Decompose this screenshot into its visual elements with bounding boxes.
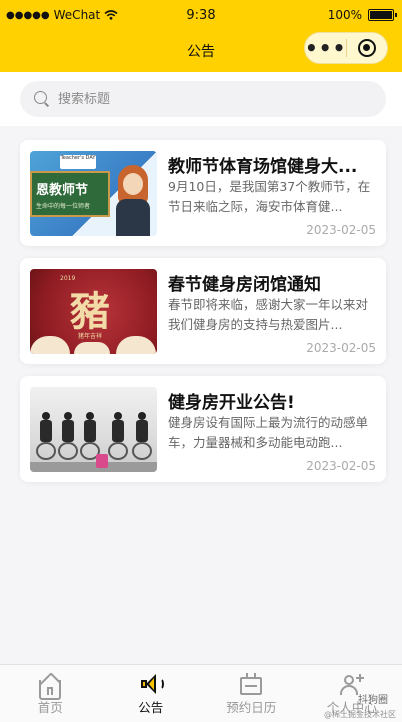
- announcement-thumbnail: Teacher's DAY 恩教师节 生命中的每一位师者: [30, 151, 157, 236]
- tab-announcements[interactable]: 公告: [101, 665, 202, 722]
- tab-label: 首页: [37, 700, 63, 715]
- search-input[interactable]: [58, 91, 338, 107]
- announcement-thumbnail: 2019 豬 猪年吉祥: [30, 269, 157, 354]
- navigation-bar: 公告 •••: [0, 30, 402, 72]
- announcement-title: 春节健身房闭馆通知: [168, 275, 321, 295]
- close-miniprogram-button[interactable]: [347, 39, 387, 57]
- announcement-card[interactable]: Teacher's DAY 恩教师节 生命中的每一位师者 教师节体育场馆健身大.…: [20, 140, 386, 246]
- battery-percent: 100%: [327, 8, 362, 22]
- search-section: [0, 72, 402, 126]
- announcement-date: 2023-02-05: [306, 341, 376, 355]
- announcement-list: Teacher's DAY 恩教师节 生命中的每一位师者 教师节体育场馆健身大.…: [20, 140, 386, 494]
- target-icon: [358, 39, 377, 57]
- speaker-icon: [139, 673, 164, 695]
- watermark-line-1: 抖狗圈: [358, 695, 388, 706]
- status-right: 100%: [327, 8, 397, 22]
- thumbnail-caption: 猪年吉祥: [78, 333, 103, 340]
- thumbnail-blackboard: 恩教师节 生命中的每一位师者: [30, 171, 110, 217]
- tab-home[interactable]: 首页: [0, 665, 101, 722]
- announcement-title: 健身房开业公告!: [168, 393, 295, 413]
- tab-label: 公告: [138, 700, 164, 715]
- watermark-line-2: @稀土掘金技术社区: [324, 710, 396, 719]
- announcement-card[interactable]: 健身房开业公告! 健身房设有国际上最为流行的动感单车，力量器械和多动能电动跑..…: [20, 376, 386, 482]
- status-bar: ●●●●● WeChat 9:38 100%: [0, 0, 402, 30]
- thumbnail-board-subtext: 生命中的每一位师者: [36, 203, 91, 210]
- calendar-icon: [239, 673, 263, 695]
- thumbnail-board-text: 恩教师节: [36, 183, 89, 198]
- battery-icon: [368, 9, 397, 21]
- tab-booking-calendar[interactable]: 预约日历: [201, 665, 302, 722]
- announcement-desc: 春节即将来临，感谢大家一年以来对我们健身房的支持与热爱图片...: [168, 297, 369, 332]
- miniprogram-capsule: •••: [304, 32, 388, 64]
- announcement-desc: 健身房设有国际上最为流行的动感单车，力量器械和多动能电动跑...: [168, 415, 369, 450]
- thumbnail-sign: Teacher's DAY: [60, 155, 96, 169]
- announcement-title: 教师节体育场馆健身大...: [168, 157, 358, 177]
- announcement-date: 2023-02-05: [306, 223, 376, 237]
- announcement-card[interactable]: 2019 豬 猪年吉祥 春节健身房闭馆通知 春节即将来临，感谢大家一年以来对我们…: [20, 258, 386, 364]
- more-icon[interactable]: •••: [305, 38, 346, 58]
- announcement-thumbnail: [30, 387, 157, 472]
- teacher-illustration: [116, 165, 150, 236]
- home-icon: [38, 673, 62, 700]
- thumbnail-character: 豬: [70, 288, 110, 335]
- announcement-desc: 9月10日，是我国第37个教师节，在节日来临之际，海安市体育健...: [168, 179, 371, 214]
- search-icon: [34, 91, 50, 107]
- announcement-date: 2023-02-05: [306, 459, 376, 473]
- tab-label: 预约日历: [226, 700, 277, 715]
- search-bar[interactable]: [20, 81, 386, 117]
